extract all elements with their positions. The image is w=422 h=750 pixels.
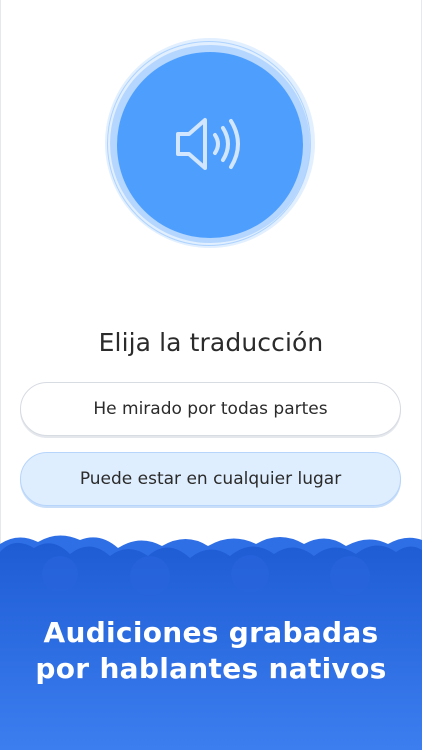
promo-headline: Audiciones grabadas por hablantes nativo… — [0, 615, 422, 687]
answer-option-1[interactable]: He mirado por todas partes — [20, 382, 401, 436]
speaker-area — [91, 26, 329, 262]
answer-option-label: He mirado por todas partes — [93, 399, 328, 419]
play-audio-button[interactable] — [117, 52, 303, 238]
answer-option-label: Puede estar en cualquier lugar — [79, 469, 342, 489]
promo-line-2: por hablantes nativos — [35, 652, 387, 685]
speaker-volume-icon — [176, 118, 240, 170]
promo-line-1: Audiciones grabadas — [43, 616, 379, 649]
answer-option-2[interactable]: Puede estar en cualquier lugar — [20, 452, 401, 506]
prompt-title: Elija la traducción — [98, 328, 324, 357]
